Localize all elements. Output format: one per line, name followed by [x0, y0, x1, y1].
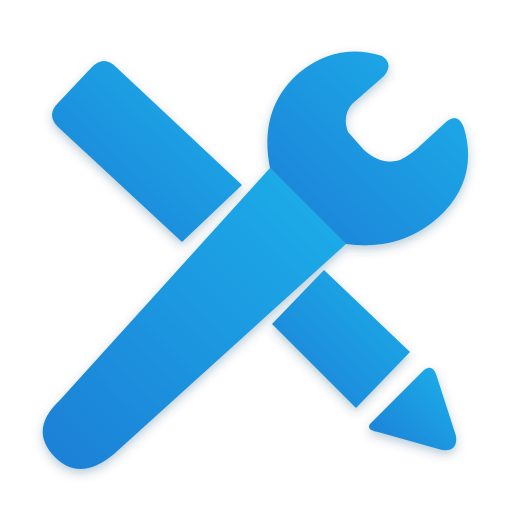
- tools-icon: [42, 51, 469, 469]
- pencil-body-upper: [52, 61, 242, 242]
